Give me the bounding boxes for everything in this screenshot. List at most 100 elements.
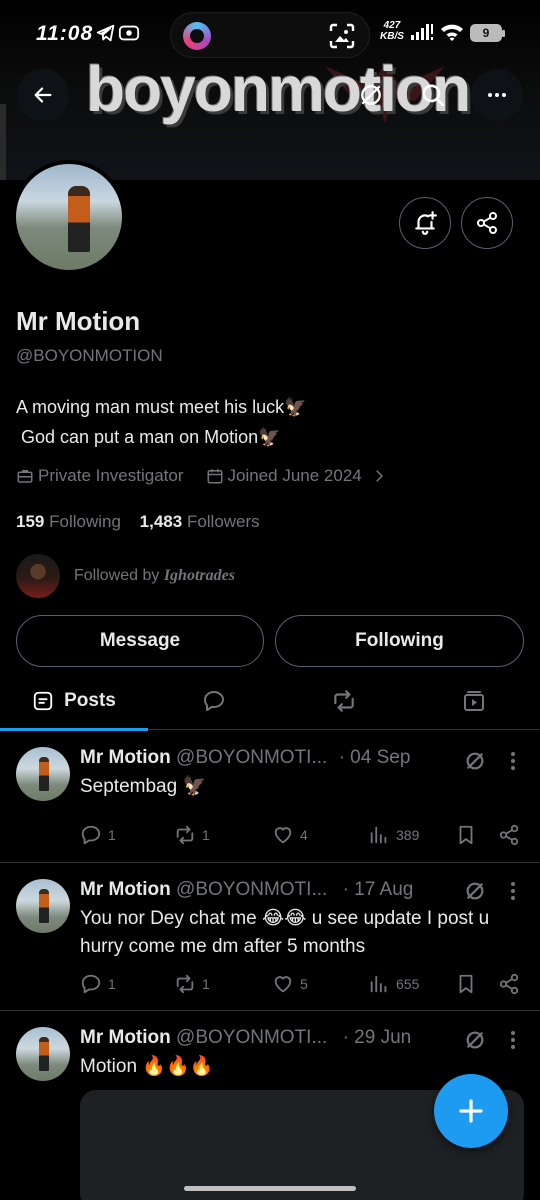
following-button[interactable]: Following (275, 615, 524, 667)
cell-signal-icon (411, 24, 433, 40)
search-icon (422, 84, 445, 107)
share-icon (499, 973, 519, 995)
like-action[interactable]: 5 (272, 973, 308, 995)
profile-handle: @BOYONMOTION (16, 346, 163, 365)
post-author-handle: @BOYONMOTI... (176, 879, 328, 900)
grok-icon[interactable] (464, 1029, 486, 1051)
more-horizontal-icon (488, 93, 506, 97)
display-name: Mr Motion (16, 306, 141, 336)
reply-bubble-icon (204, 691, 224, 711)
chevron-right-icon[interactable] (370, 467, 388, 485)
tab-posts-label: Posts (64, 690, 116, 711)
reply-action[interactable]: 1 (80, 824, 116, 846)
posts-icon (33, 691, 53, 711)
follow-counts: 159 Following 1,483 Followers (16, 512, 260, 532)
tab-replies[interactable] (186, 672, 242, 730)
assistant-logo-icon (183, 22, 211, 50)
following-count-link[interactable]: 159 Following (16, 512, 121, 531)
share-icon (499, 824, 519, 846)
telegram-icon (96, 24, 115, 42)
joined-date: Joined June 2024 (227, 466, 362, 485)
post-more-icon[interactable] (510, 1030, 516, 1050)
compose-post-button[interactable] (434, 1074, 508, 1148)
grok-button[interactable] (345, 69, 397, 121)
repost-icon (176, 825, 194, 845)
post-more-icon[interactable] (510, 751, 516, 771)
network-speed: 427 KB/S (380, 20, 404, 42)
notifications-button[interactable] (399, 197, 451, 249)
bookmark-action[interactable] (455, 824, 477, 846)
reply-icon (81, 974, 101, 994)
share-action[interactable] (498, 973, 520, 995)
post-author-name[interactable]: Mr Motion (80, 1027, 171, 1048)
repost-icon (334, 690, 354, 712)
media-icon (464, 691, 484, 711)
bell-plus-icon (415, 211, 437, 235)
bookmark-icon (459, 974, 473, 994)
wifi-icon (441, 24, 463, 41)
dynamic-island (170, 12, 370, 58)
search-button[interactable] (407, 69, 459, 121)
views-chart-icon (370, 975, 387, 993)
grok-icon (361, 85, 381, 105)
post-header: Mr Motion @BOYONMOTI... · 04 Sep (80, 747, 410, 769)
like-action[interactable]: 4 (272, 824, 308, 846)
banner-edge (0, 104, 6, 180)
arrow-left-icon (34, 87, 52, 103)
profile-occupation: Private Investigator (38, 466, 184, 485)
follower-avatar (16, 554, 60, 598)
profile-tabs: Posts (0, 672, 540, 731)
post-item[interactable]: Mr Motion @BOYONMOTI... · 17 Aug You nor… (0, 863, 540, 1011)
post-avatar[interactable] (16, 1027, 70, 1081)
repost-action[interactable]: 1 (174, 973, 210, 995)
views-action[interactable]: 389 (368, 824, 419, 846)
share-icon (477, 212, 497, 234)
post-avatar[interactable] (16, 747, 70, 801)
more-options-button[interactable] (471, 69, 523, 121)
repost-action[interactable]: 1 (174, 824, 210, 846)
post-author-name[interactable]: Mr Motion (80, 879, 171, 900)
followers-count-link[interactable]: 1,483 Followers (140, 512, 260, 531)
status-time: 11:08 (36, 22, 94, 45)
plus-icon (459, 1099, 483, 1123)
tab-media[interactable] (446, 672, 502, 730)
reply-action[interactable]: 1 (80, 973, 116, 995)
bookmark-action[interactable] (455, 973, 477, 995)
post-date: · 29 Jun (342, 1027, 412, 1048)
post-date: · 17 Aug (342, 879, 414, 900)
tab-posts[interactable]: Posts (0, 672, 148, 731)
calendar-icon (207, 469, 223, 484)
home-indicator[interactable] (184, 1186, 356, 1191)
views-chart-icon (370, 826, 387, 844)
share-action[interactable] (498, 824, 520, 846)
grok-icon[interactable] (464, 750, 486, 772)
post-author-handle: @BOYONMOTI... (176, 747, 328, 768)
profile-avatar[interactable] (12, 160, 126, 274)
back-button[interactable] (17, 69, 69, 121)
status-bar: 11:08 427 KB/S 9 (0, 0, 540, 62)
screen-record-icon (118, 25, 140, 41)
post-more-icon[interactable] (510, 881, 516, 901)
followed-by-text: Followed by Ighotrades (74, 567, 235, 584)
scan-gallery-icon[interactable] (329, 23, 355, 49)
share-profile-button[interactable] (461, 197, 513, 249)
followed-by-row[interactable]: Followed by Ighotrades (16, 554, 235, 598)
briefcase-icon (17, 470, 33, 483)
profile-bio: A moving man must meet his luck🦅 God can… (16, 397, 307, 447)
grok-icon[interactable] (464, 880, 486, 902)
post-avatar[interactable] (16, 879, 70, 933)
reply-icon (81, 825, 101, 845)
post-header: Mr Motion @BOYONMOTI... · 17 Aug (80, 879, 413, 901)
post-date: · 04 Sep (338, 747, 411, 768)
views-action[interactable]: 655 (368, 973, 419, 995)
post-author-name[interactable]: Mr Motion (80, 747, 171, 768)
message-button[interactable]: Message (16, 615, 264, 667)
post-item[interactable]: Mr Motion @BOYONMOTI... · 04 Sep Septemb… (0, 731, 540, 863)
post-author-handle: @BOYONMOTI... (176, 1027, 328, 1048)
post-header: Mr Motion @BOYONMOTI... · 29 Jun (80, 1027, 411, 1049)
battery-indicator: 9 (470, 24, 505, 42)
bookmark-icon (459, 825, 473, 845)
heart-icon (274, 976, 292, 993)
tab-reposts[interactable] (316, 672, 372, 730)
avatar-figure (68, 186, 90, 252)
